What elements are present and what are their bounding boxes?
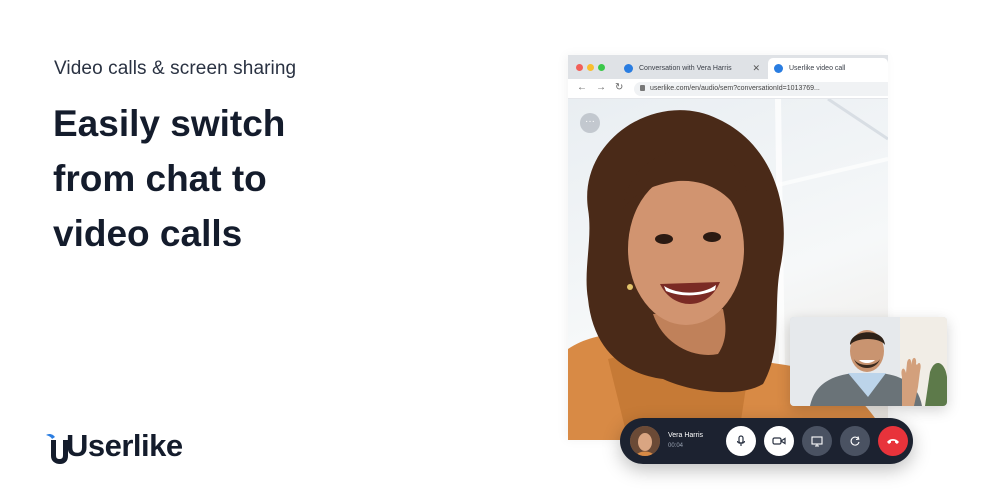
forward-arrow-icon[interactable]: → xyxy=(596,82,606,93)
minimize-window-icon[interactable] xyxy=(587,64,594,71)
headline: Easily switch from chat to video calls xyxy=(53,96,383,261)
userlike-logo[interactable]: Userlike xyxy=(44,422,183,466)
switch-camera-icon xyxy=(850,436,860,446)
lock-icon xyxy=(640,85,645,91)
switch-camera-button[interactable] xyxy=(840,426,870,456)
microphone-button[interactable] xyxy=(726,426,756,456)
address-bar: ← → ↻ userlike.com/en/audio/sem?conversa… xyxy=(568,79,888,99)
avatar xyxy=(630,426,660,456)
tab-bar: Conversation with Vera Harris ✕ Userlike… xyxy=(568,55,888,79)
eyebrow-text: Video calls & screen sharing xyxy=(54,58,297,79)
screen-share-icon xyxy=(811,436,823,447)
headline-line-1: Easily switch xyxy=(53,103,286,144)
agent-name: Vera Harris xyxy=(668,432,704,439)
reload-icon[interactable]: ↻ xyxy=(615,82,623,93)
logo-wordmark: Userlike xyxy=(66,428,183,463)
headline-line-2: from chat to xyxy=(53,158,267,199)
back-arrow-icon[interactable]: ← xyxy=(577,82,587,93)
tab-label: Userlike video call xyxy=(789,65,846,72)
userlike-favicon-icon xyxy=(774,64,783,73)
call-timer: 00:04 xyxy=(668,443,684,449)
headline-line-3: video calls xyxy=(53,213,243,254)
tab-video-call[interactable]: Userlike video call xyxy=(768,58,888,79)
microphone-icon xyxy=(736,435,746,446)
close-window-icon[interactable] xyxy=(576,64,583,71)
self-video-pip[interactable] xyxy=(790,317,947,406)
hang-up-icon xyxy=(887,439,899,444)
camera-button[interactable] xyxy=(764,426,794,456)
url-field[interactable]: userlike.com/en/audio/sem?conversationId… xyxy=(634,82,888,96)
userlike-favicon-icon xyxy=(624,64,633,73)
hang-up-button[interactable] xyxy=(878,426,908,456)
more-options-button[interactable]: ··· xyxy=(580,113,600,133)
tab-conversation[interactable]: Conversation with Vera Harris ✕ xyxy=(618,58,768,79)
tab-label: Conversation with Vera Harris xyxy=(639,65,732,72)
tab-close-icon[interactable]: ✕ xyxy=(752,63,760,74)
url-text: userlike.com/en/audio/sem?conversationId… xyxy=(650,85,820,92)
logo-mark-icon xyxy=(44,426,70,466)
camera-icon xyxy=(772,437,786,445)
screen-share-button[interactable] xyxy=(802,426,832,456)
call-controls-bar: Vera Harris 00:04 xyxy=(620,418,913,464)
maximize-window-icon[interactable] xyxy=(598,64,605,71)
